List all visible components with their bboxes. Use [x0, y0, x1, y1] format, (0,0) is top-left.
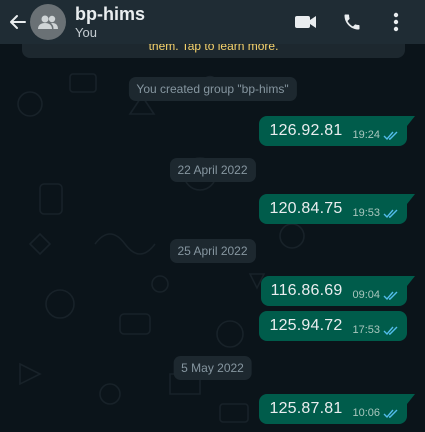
chat-title-block[interactable]: bp-hims You: [75, 4, 145, 41]
chat-subtitle: You: [75, 24, 97, 40]
message-text: 116.86.69: [270, 282, 343, 299]
chat-header: bp-hims You: [0, 0, 425, 44]
read-ticks-icon: [383, 326, 399, 336]
date-chip: 5 May 2022: [173, 356, 252, 380]
message-text: 125.94.72: [269, 317, 343, 334]
chat-title: bp-hims: [75, 3, 145, 24]
group-created-message: You created group "bp-hims": [128, 77, 297, 101]
message-text: 126.92.81: [269, 122, 343, 139]
message-bubble[interactable]: 125.94.72 17:53: [259, 311, 407, 341]
message-bubble[interactable]: 116.86.69 09:04: [260, 276, 416, 306]
encryption-banner[interactable]: them. Tap to learn more.: [22, 44, 405, 58]
date-chip: 25 April 2022: [169, 239, 256, 263]
read-ticks-icon: [383, 131, 399, 141]
read-ticks-icon: [383, 291, 399, 301]
message-bubble[interactable]: 120.84.75 19:53: [259, 194, 415, 224]
chat-area[interactable]: them. Tap to learn more. You created gro…: [0, 44, 425, 432]
message-bubble[interactable]: 125.87.81 10:06: [259, 394, 415, 424]
back-arrow-icon[interactable]: [6, 7, 28, 37]
phone-icon[interactable]: [337, 7, 367, 37]
encryption-banner-text: them. Tap to learn more.: [148, 44, 279, 53]
message-time: 09:04: [352, 289, 380, 301]
date-chip: 22 April 2022: [169, 158, 256, 182]
message-time: 10:06: [352, 407, 380, 419]
message-text: 125.87.81: [269, 400, 343, 417]
message-bubble[interactable]: 126.92.81 19:24: [259, 116, 415, 146]
message-time: 17:53: [352, 324, 380, 336]
read-ticks-icon: [383, 209, 399, 219]
message-text: 120.84.75: [269, 200, 343, 217]
message-time: 19:24: [352, 129, 380, 141]
message-time: 19:53: [352, 207, 380, 219]
more-icon[interactable]: [381, 7, 411, 37]
read-ticks-icon: [383, 409, 399, 419]
video-call-icon[interactable]: [291, 7, 321, 37]
group-avatar-icon[interactable]: [30, 4, 66, 40]
